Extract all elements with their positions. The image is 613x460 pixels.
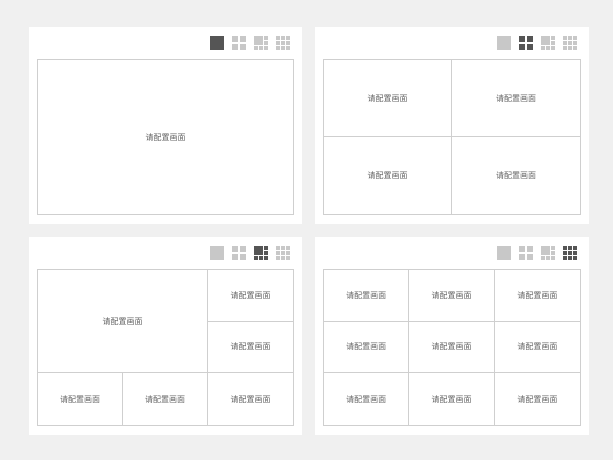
view-slot[interactable]: 请配置画面 (409, 373, 495, 425)
view-slot[interactable]: 请配置画面 (123, 373, 208, 425)
layout-toolbar (210, 36, 290, 50)
layout-6-icon[interactable] (541, 36, 555, 50)
view-slot[interactable]: 请配置画面 (324, 321, 410, 374)
panel-layout-6: 请配置画面 请配置画面 请配置画面 请配置画面 请配置画面 请配置画面 (29, 237, 302, 435)
view-grid: 请配置画面 请配置画面 请配置画面 请配置画面 请配置画面 请配置画面 (37, 269, 294, 426)
view-slot[interactable]: 请配置画面 (452, 137, 580, 214)
view-slot[interactable]: 请配置画面 (208, 373, 293, 425)
layout-4-icon[interactable] (519, 36, 533, 50)
view-grid: 请配置画面 请配置画面 请配置画面 请配置画面 请配置画面 请配置画面 请配置画… (323, 269, 581, 426)
layout-6-icon[interactable] (541, 246, 555, 260)
view-grid: 请配置画面 (37, 59, 294, 215)
layout-6-icon[interactable] (254, 246, 268, 260)
layout-toolbar (497, 36, 577, 50)
view-slot[interactable]: 请配置画面 (38, 373, 123, 425)
view-grid: 请配置画面 请配置画面 请配置画面 请配置画面 (323, 59, 581, 215)
panel-layout-9: 请配置画面 请配置画面 请配置画面 请配置画面 请配置画面 请配置画面 请配置画… (315, 237, 589, 435)
view-slot[interactable]: 请配置画面 (324, 270, 410, 322)
view-slot[interactable]: 请配置画面 (495, 373, 580, 425)
view-slot-main[interactable]: 请配置画面 (38, 270, 208, 374)
view-slot[interactable]: 请配置画面 (494, 322, 580, 374)
view-slot[interactable]: 请配置画面 (452, 60, 580, 137)
layout-1-icon[interactable] (497, 246, 511, 260)
layout-1-icon[interactable] (210, 246, 224, 260)
layout-6-icon[interactable] (254, 36, 268, 50)
layout-9-icon[interactable] (563, 246, 577, 260)
view-slot[interactable]: 请配置画面 (494, 270, 580, 322)
panel-layout-1: 请配置画面 (29, 27, 302, 224)
layout-4-icon[interactable] (232, 246, 246, 260)
view-slot[interactable]: 请配置画面 (324, 137, 452, 214)
layout-9-icon[interactable] (276, 246, 290, 260)
layout-1-icon[interactable] (497, 36, 511, 50)
view-slot[interactable]: 请配置画面 (324, 373, 410, 425)
layout-toolbar (497, 246, 577, 260)
view-slot[interactable]: 请配置画面 (208, 322, 293, 374)
view-slot[interactable]: 请配置画面 (38, 60, 293, 214)
layout-toolbar (210, 246, 290, 260)
view-slot[interactable]: 请配置画面 (409, 321, 495, 374)
layout-1-icon[interactable] (210, 36, 224, 50)
layout-4-icon[interactable] (232, 36, 246, 50)
panel-layout-4: 请配置画面 请配置画面 请配置画面 请配置画面 (315, 27, 589, 224)
view-slot[interactable]: 请配置画面 (208, 270, 293, 322)
view-slot[interactable]: 请配置画面 (409, 270, 495, 322)
layout-9-icon[interactable] (563, 36, 577, 50)
view-slot[interactable]: 请配置画面 (324, 60, 452, 137)
layout-4-icon[interactable] (519, 246, 533, 260)
layout-9-icon[interactable] (276, 36, 290, 50)
